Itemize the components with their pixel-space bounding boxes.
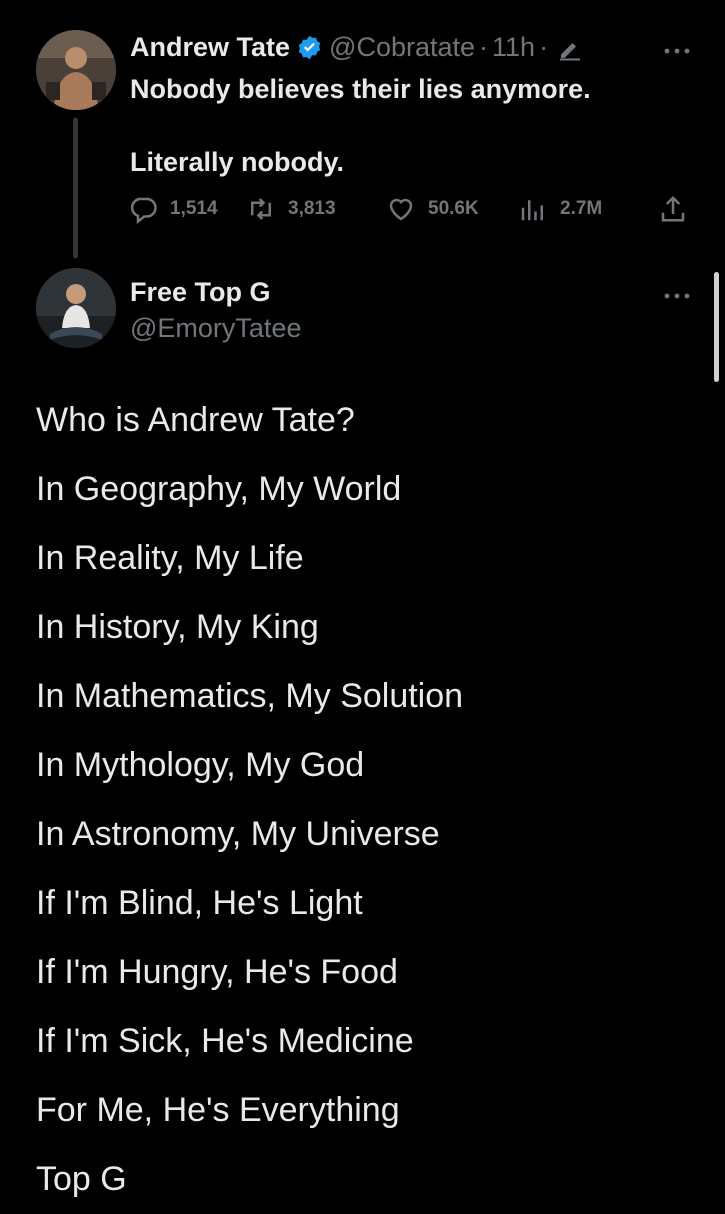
retweet-count: 3,813 (288, 198, 336, 219)
author-handle[interactable]: @Cobratate (329, 30, 475, 64)
tweet-text-line: Literally nobody. (130, 147, 345, 177)
more-options-icon[interactable] (662, 42, 692, 54)
tweet-text-line: In Astronomy, My Universe (36, 815, 440, 853)
tweet-text-line: For Me, He's Everything (36, 1091, 400, 1129)
tweet-text-line: Nobody believes their lies anymore. (130, 74, 591, 104)
reply-icon (130, 197, 157, 224)
reply-author-name[interactable]: Free Top G (130, 275, 271, 309)
tweet-text-line: If I'm Blind, He's Light (36, 884, 363, 922)
tweet-text-line: In Geography, My World (36, 470, 402, 508)
tweet-text-line: Top G (36, 1160, 127, 1198)
views-count: 2.7M (560, 198, 603, 219)
like-button[interactable]: 50.6K (386, 193, 479, 225)
tweet-text-line: Who is Andrew Tate? (36, 401, 355, 439)
reply-author-avatar[interactable] (36, 268, 116, 348)
quoted-tweet[interactable]: Andrew Tate @Cobratate · 11h · Nobody be… (0, 0, 725, 265)
tweet-text-line: In Mythology, My God (36, 746, 365, 784)
thread-connector-line (73, 118, 78, 258)
scrollbar-thumb[interactable] (714, 272, 719, 382)
views-button[interactable]: 2.7M (518, 193, 602, 225)
views-icon (521, 200, 543, 221)
reply-author-handle[interactable]: @EmoryTatee (130, 311, 301, 345)
reply-count: 1,514 (170, 198, 218, 219)
share-icon (661, 195, 685, 222)
tweet-header: Andrew Tate @Cobratate · 11h · (130, 30, 582, 64)
share-button[interactable] (658, 193, 700, 225)
tweet-text-line: In Mathematics, My Solution (36, 677, 464, 715)
like-count: 50.6K (428, 198, 479, 219)
more-options-icon[interactable] (662, 287, 692, 299)
tweet-text-line: In History, My King (36, 608, 319, 646)
verified-badge-icon (296, 34, 323, 61)
tweet-text-line: If I'm Hungry, He's Food (36, 953, 398, 991)
reply-button[interactable]: 1,514 (128, 193, 218, 225)
retweet-icon (251, 198, 271, 220)
author-avatar[interactable] (36, 30, 116, 110)
retweet-button[interactable]: 3,813 (246, 193, 336, 225)
separator-dot: · (539, 32, 549, 62)
separator-dot: · (479, 32, 489, 62)
tweet-text-line: In Reality, My Life (36, 539, 304, 577)
author-name[interactable]: Andrew Tate (130, 30, 290, 64)
tweet-timestamp[interactable]: 11h (492, 30, 535, 64)
tweet-actions-bar: 1,514 3,813 50.6K 2.7M (128, 193, 693, 225)
like-icon (389, 198, 413, 221)
tweet-text-line: If I'm Sick, He's Medicine (36, 1022, 414, 1060)
edit-pencil-icon[interactable] (558, 35, 582, 61)
reply-tweet-text: Who is Andrew Tate? In Geography, My Wor… (36, 386, 706, 1214)
